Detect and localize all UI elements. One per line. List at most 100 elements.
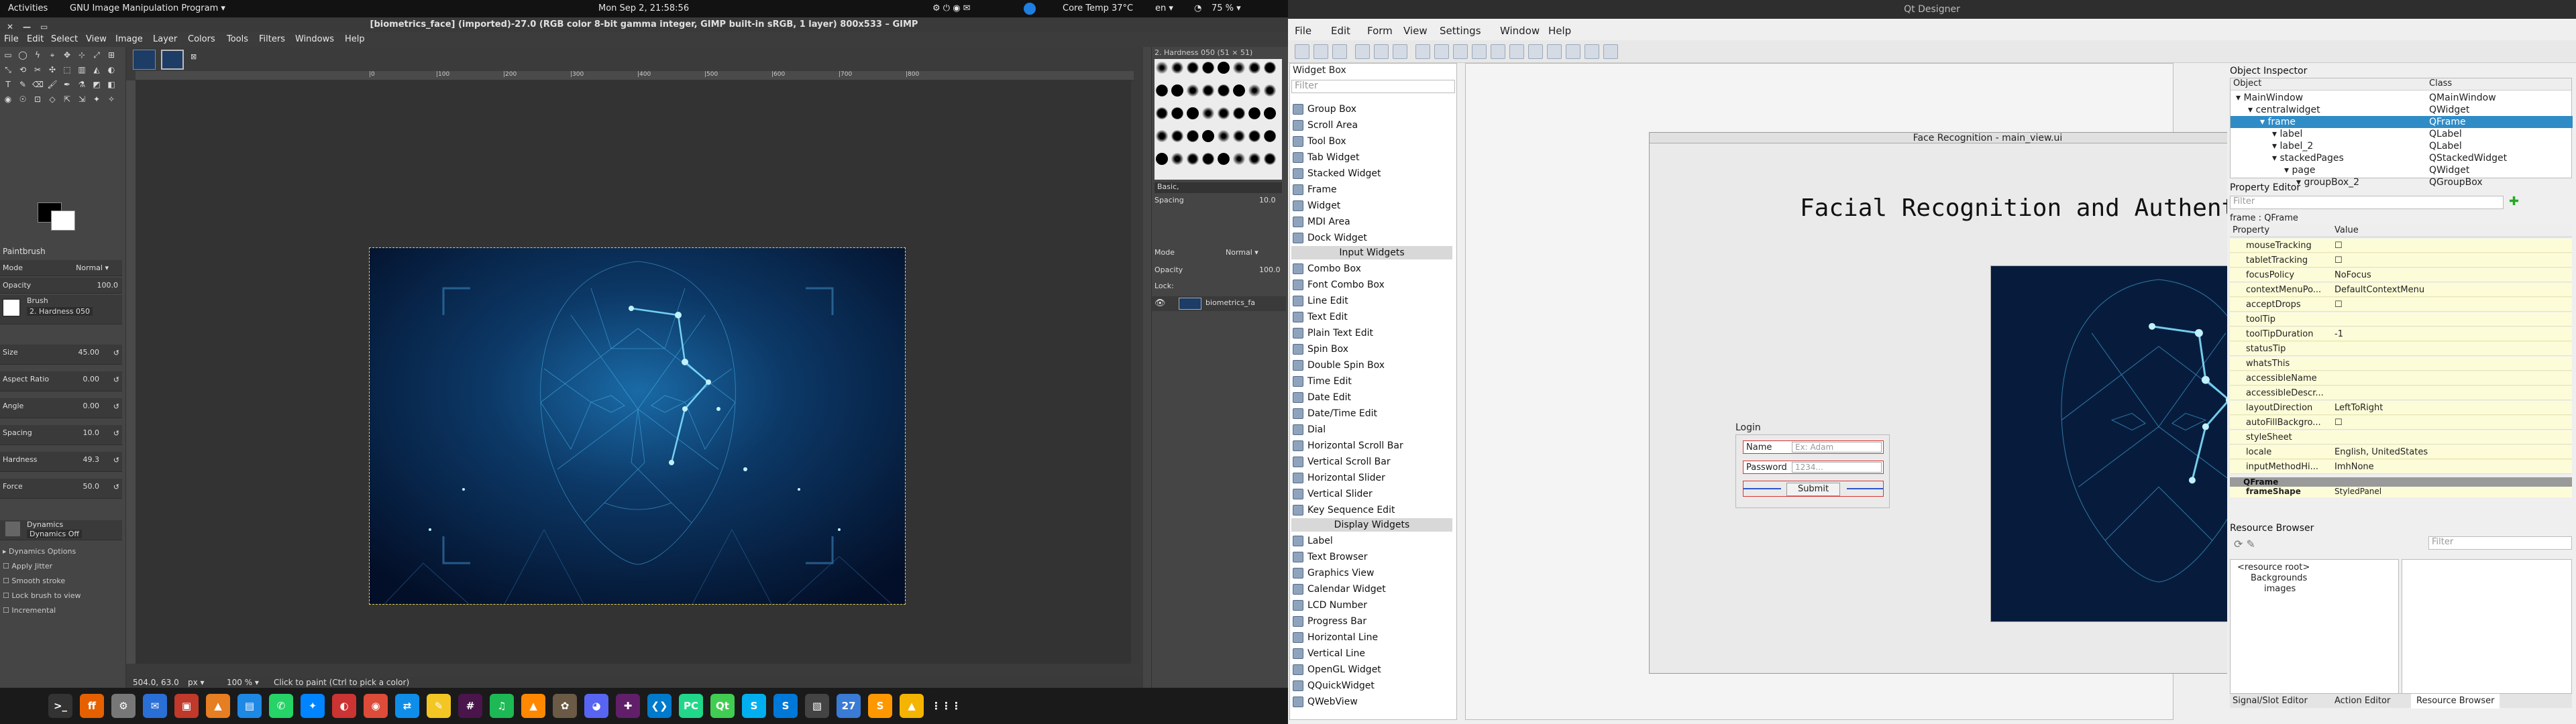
option-checkbox[interactable]: ☐ Lock brush to view	[3, 591, 80, 600]
qt-toolbar-button[interactable]	[1313, 44, 1328, 59]
option-value[interactable]: 10.0	[83, 428, 100, 437]
widget-item[interactable]: Stacked Widget	[1291, 166, 1452, 182]
tab-resource-browser[interactable]: Resource Browser	[2411, 694, 2500, 709]
clock[interactable]: Mon Sep 2, 21:58:56	[598, 3, 689, 13]
widget-item[interactable]: Widget	[1291, 198, 1452, 214]
gimp-icon[interactable]: ✿	[553, 694, 577, 718]
menu-image[interactable]: Image	[115, 34, 143, 44]
widget-item[interactable]: Horizontal Slider	[1291, 470, 1452, 486]
qt-toolbar-button[interactable]	[1355, 44, 1370, 59]
property-row[interactable]: toolTipDuration -1	[2230, 327, 2572, 341]
option-value[interactable]: 0.00	[83, 375, 100, 383]
widget-item[interactable]: Tab Widget	[1291, 149, 1452, 166]
option-checkbox[interactable]: ☐ Apply Jitter	[3, 562, 52, 570]
brush-swatch[interactable]	[1233, 107, 1245, 119]
form-window[interactable]: Face Recognition - main_view.ui Facial R…	[1649, 132, 2338, 674]
visibility-eye-icon[interactable]: 👁	[1155, 298, 1166, 308]
firefox-icon[interactable]: ff	[80, 694, 104, 718]
object-row[interactable]: ▾ MainWindow QMainWindow	[2231, 92, 2573, 104]
property-row[interactable]: accessibleName	[2230, 371, 2572, 385]
brush-swatch[interactable]	[1233, 153, 1245, 165]
sublime-icon[interactable]: S	[868, 694, 892, 718]
apps-icon[interactable]: ⋮⋮⋮	[931, 694, 961, 718]
tool-icon[interactable]: ✎	[17, 79, 28, 90]
widget-item[interactable]: OpenGL Widget	[1291, 662, 1452, 678]
tool-icon[interactable]: ◇	[47, 94, 58, 105]
brush-swatch[interactable]	[1202, 62, 1214, 74]
add-property-icon[interactable]: ✚	[2509, 196, 2524, 209]
widget-item[interactable]: Line Edit	[1291, 293, 1452, 309]
brush-swatch[interactable]	[1156, 84, 1168, 97]
tool-icon[interactable]: ◯	[17, 50, 28, 60]
widget-item[interactable]: Key Sequence Edit	[1291, 502, 1452, 518]
tool-icon[interactable]: ϟ	[32, 50, 43, 60]
qt-toolbar-button[interactable]	[1295, 44, 1309, 59]
property-row[interactable]: autoFillBackgro... ☐	[2230, 416, 2572, 430]
vlc-orange-icon[interactable]: ▲	[206, 694, 230, 718]
widget-item[interactable]: Plain Text Edit	[1291, 325, 1452, 341]
property-row[interactable]: contextMenuPo... DefaultContextMenu	[2230, 283, 2572, 297]
menu-colors[interactable]: Colors	[188, 34, 215, 44]
widget-item[interactable]: Vertical Line	[1291, 646, 1452, 662]
teamviewer-icon[interactable]: ⇄	[395, 694, 419, 718]
property-row[interactable]: styleSheet	[2230, 430, 2572, 444]
libreoffice-icon[interactable]: ▤	[237, 694, 262, 718]
form-title[interactable]: Face Recognition - main_view.ui	[1650, 133, 2326, 143]
layer-row[interactable]: 👁 biometrics_fa	[1152, 296, 1286, 311]
slack2-icon[interactable]: ✚	[616, 694, 640, 718]
menu-layer[interactable]: Layer	[153, 34, 177, 44]
widget-item[interactable]: Dock Widget	[1291, 230, 1452, 246]
widget-item[interactable]: Group Box	[1291, 101, 1452, 117]
brush-swatch[interactable]	[1187, 153, 1199, 165]
qt-toolbar-button[interactable]	[1585, 44, 1599, 59]
brush-swatch[interactable]	[1248, 84, 1260, 97]
widget-item[interactable]: Label	[1291, 533, 1452, 549]
widget-item[interactable]: Vertical Scroll Bar	[1291, 454, 1452, 470]
brush-preview-icon[interactable]	[3, 299, 20, 316]
close-tab-icon[interactable]: ⊠	[191, 52, 197, 61]
widget-item[interactable]: QWebView	[1291, 694, 1452, 710]
qt-icon[interactable]: Qt	[710, 694, 735, 718]
object-row[interactable]: ▾ label QLabel	[2231, 128, 2573, 140]
qt-menu-file[interactable]: File	[1295, 25, 1311, 37]
tool-icon[interactable]: ◭	[91, 64, 102, 75]
spotify-icon[interactable]: ♫	[490, 694, 514, 718]
tool-icon[interactable]: ✦	[91, 94, 102, 105]
qt-menu-window[interactable]: Window	[1500, 25, 1540, 37]
image-tab-2[interactable]	[161, 50, 184, 70]
brush-swatch[interactable]	[1218, 153, 1230, 165]
resource-root[interactable]: <resource root>	[2237, 562, 2310, 572]
object-row[interactable]: ▾ frame QFrame	[2231, 116, 2573, 128]
tool-icon[interactable]: ✧	[106, 94, 117, 105]
resource-backgrounds[interactable]: Backgrounds	[2251, 573, 2307, 583]
property-row[interactable]: mouseTracking ☐	[2230, 239, 2572, 253]
brush-swatch[interactable]	[1218, 84, 1230, 97]
slack-icon[interactable]: #	[458, 694, 482, 718]
qt-title-bar[interactable]: Qt Designer	[1288, 0, 2576, 19]
qt-toolbar-button[interactable]	[1509, 44, 1524, 59]
brush-swatch[interactable]	[1233, 130, 1245, 142]
files-red-icon[interactable]: ▣	[174, 694, 199, 718]
tool-icon[interactable]: ⬚	[62, 64, 72, 75]
dynamics-row[interactable]: Dynamics Dynamics Off	[0, 520, 122, 540]
brush-swatch[interactable]	[1171, 153, 1183, 165]
brush-swatch[interactable]	[1171, 130, 1183, 142]
tool-icon[interactable]: ▥	[76, 64, 87, 75]
option-row-hardness[interactable]: Hardness 49.3 ↺	[0, 452, 122, 472]
tool-icon[interactable]: ◧	[106, 79, 117, 90]
brush-swatch[interactable]	[1156, 153, 1168, 165]
qt-toolbar-button[interactable]	[1528, 44, 1543, 59]
qt-toolbar-button[interactable]	[1453, 44, 1468, 59]
brush-swatch[interactable]	[1202, 107, 1214, 119]
widget-filter-input[interactable]: Filter	[1291, 80, 1455, 93]
menu-edit[interactable]: Edit	[27, 34, 44, 44]
option-row-spacing[interactable]: Spacing 10.0 ↺	[0, 425, 122, 445]
skype-icon[interactable]: S	[773, 694, 798, 718]
widget-item[interactable]: Frame	[1291, 182, 1452, 198]
widget-item[interactable]: QQuickWidget	[1291, 678, 1452, 694]
image-canvas[interactable]	[369, 247, 906, 605]
core-temp-indicator[interactable]: Core Temp 37°C	[1063, 3, 1133, 13]
tool-icon[interactable]: ⚗	[76, 79, 87, 90]
brush-swatch[interactable]	[1248, 107, 1260, 119]
brush-swatch[interactable]	[1264, 62, 1276, 74]
